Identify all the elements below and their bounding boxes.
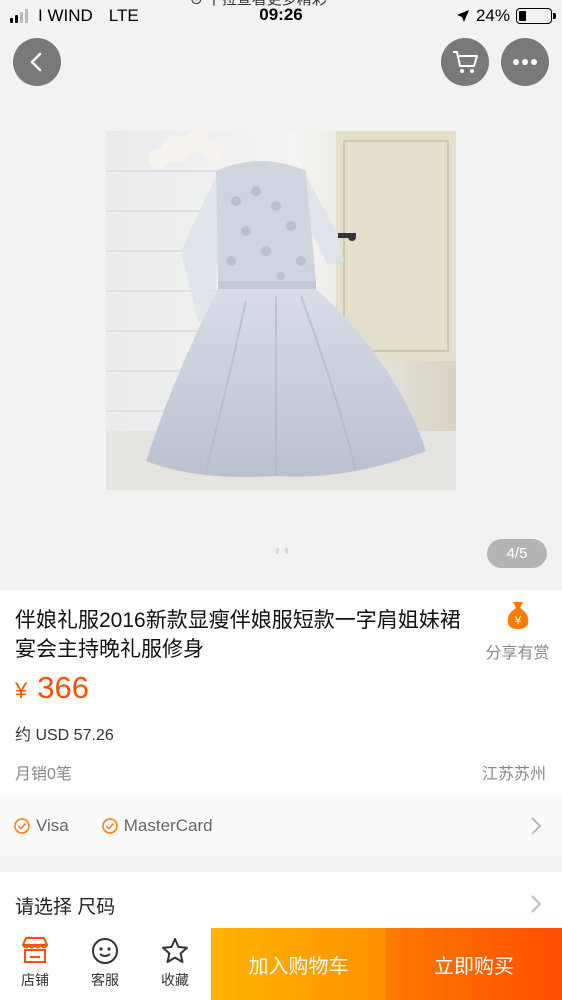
- svg-text:¥: ¥: [514, 614, 521, 627]
- smiley-chat-icon: [92, 938, 118, 964]
- page-dot: [276, 548, 279, 554]
- payment-label: MasterCard: [123, 816, 213, 835]
- cart-button[interactable]: [441, 38, 489, 86]
- product-info: 伴娘礼服2016新款显瘦伴娘服短款一字肩姐妹裙宴会主持晚礼服修身 ¥ 分享有赏 …: [0, 590, 562, 796]
- buy-now-button[interactable]: 立即购买: [386, 928, 562, 1000]
- product-title: 伴娘礼服2016新款显瘦伴娘服短款一字肩姐妹裙宴会主持晚礼服修身: [15, 609, 461, 661]
- product-gallery[interactable]: 4/5: [0, 0, 562, 584]
- more-button[interactable]: [501, 38, 549, 86]
- size-select-label: 请选择 尺码: [15, 897, 116, 918]
- check-circle-icon: [102, 818, 118, 834]
- page-indicator: [276, 548, 288, 554]
- currency-symbol: ¥: [15, 678, 28, 703]
- add-to-cart-button[interactable]: 加入购物车: [211, 928, 386, 1000]
- money-bag-icon: ¥: [507, 602, 528, 629]
- price: ¥ 366: [15, 670, 89, 706]
- share-reward-label: 分享有赏: [485, 645, 550, 662]
- location-arrow-icon: [456, 10, 469, 22]
- chevron-right-icon: [531, 817, 542, 835]
- chevron-right-icon: [531, 895, 542, 913]
- more-icon: [513, 59, 537, 65]
- shop-icon: [22, 937, 48, 963]
- monthly-sales: 月销0笔: [15, 766, 72, 783]
- tab-favorite[interactable]: 收藏: [140, 928, 210, 1000]
- usd-price: 约 USD 57.26: [15, 727, 114, 744]
- page-dot: [285, 548, 288, 554]
- size-select-row[interactable]: 请选择 尺码: [0, 872, 562, 936]
- tab-service-label: 客服: [91, 972, 119, 988]
- dress-image: [106, 131, 456, 490]
- battery-info: 24%: [456, 6, 556, 26]
- battery-icon: [516, 8, 556, 24]
- payment-mastercard: MasterCard: [102, 816, 213, 836]
- check-circle-icon: [14, 818, 30, 834]
- product-photo[interactable]: [106, 131, 456, 490]
- cart-icon: [453, 51, 478, 73]
- payment-methods-row[interactable]: Visa MasterCard: [0, 796, 562, 856]
- seller-location: 江苏苏州: [481, 766, 546, 783]
- tab-customer-service[interactable]: 客服: [70, 928, 140, 1000]
- status-bar: I WIND LTE ⊙ 下拉查看更多精彩 09:26 24%: [0, 0, 562, 32]
- chevron-left-icon: [30, 52, 42, 72]
- star-icon: [162, 938, 188, 963]
- battery-percent: 24%: [475, 6, 510, 25]
- price-value: 366: [37, 670, 89, 705]
- share-reward-button[interactable]: ¥ 分享有赏: [480, 600, 555, 663]
- back-button[interactable]: [13, 38, 61, 86]
- bottom-action-bar: 店铺 客服 收藏 加入购物车 立即购买: [0, 928, 562, 1000]
- tab-favorite-label: 收藏: [161, 972, 189, 988]
- payment-visa: Visa: [14, 816, 69, 836]
- tab-shop-label: 店铺: [21, 972, 49, 988]
- photo-counter: 4/5: [487, 539, 547, 568]
- tab-shop[interactable]: 店铺: [0, 928, 70, 1000]
- payment-label: Visa: [36, 816, 69, 835]
